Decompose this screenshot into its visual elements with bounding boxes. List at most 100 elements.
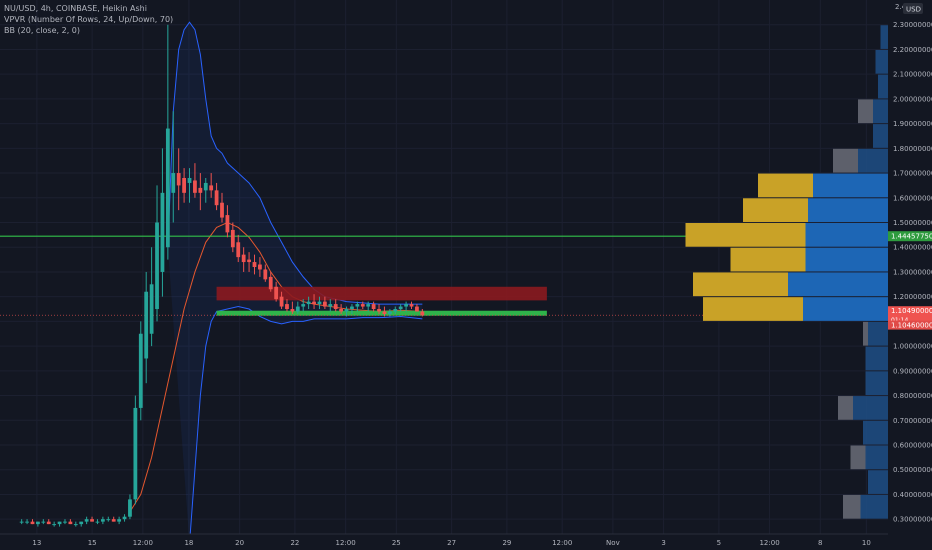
candle-body — [198, 187, 203, 193]
volume-profile-up-bar — [805, 223, 888, 247]
candle-body — [41, 521, 46, 523]
legend-bb[interactable]: BB (20, close, 2, 0) — [4, 25, 173, 36]
price-tick-label: 1.90000000 — [893, 120, 932, 128]
candle-body — [317, 301, 322, 305]
current-price-text: 1.10490000 — [891, 307, 932, 315]
volume-profile-up-bar — [865, 346, 888, 371]
volume-profile-up-bar — [813, 173, 888, 198]
time-tick-label: 3 — [661, 539, 665, 547]
candle-body — [285, 304, 289, 310]
candle-body — [111, 519, 116, 522]
candle-body — [415, 306, 419, 312]
volume-profile-up-bar — [875, 49, 888, 74]
candle-body — [209, 185, 214, 191]
volume-profile-up-bar — [853, 396, 888, 420]
candle-body — [73, 524, 78, 526]
candle-body — [312, 301, 316, 305]
volume-profile-up-bar — [788, 272, 888, 297]
price-tick-label: 1.60000000 — [893, 194, 932, 202]
price-tick-label: 2.20000000 — [893, 46, 932, 54]
candle-body — [230, 229, 235, 248]
volume-profile-up-bar — [878, 74, 888, 99]
candle-body — [176, 173, 181, 186]
candle-body — [301, 304, 306, 307]
volume-profile-down-bar — [758, 173, 813, 198]
candle-body — [165, 128, 170, 248]
price-tick-label: 2.10000000 — [893, 71, 932, 79]
candle-body — [236, 242, 241, 258]
time-tick-label: 29 — [502, 539, 511, 547]
volume-profile-down-bar — [858, 99, 873, 124]
candle-body — [90, 519, 94, 522]
candle-body — [220, 202, 224, 218]
candle-body — [398, 306, 403, 310]
time-tick-label: 12:00 — [133, 539, 153, 547]
candle-body — [241, 254, 246, 263]
legend-symbol[interactable]: NU/USD, 4h, COINBASE, Heikin Ashi — [4, 3, 173, 14]
candle-body — [393, 309, 398, 312]
candle-body — [377, 309, 381, 312]
candle-body — [171, 173, 176, 193]
candle-body — [328, 304, 333, 307]
candle-body — [203, 182, 208, 191]
candle-body — [46, 521, 51, 525]
volume-profile-up-bar — [863, 420, 888, 445]
candle-body — [214, 190, 219, 206]
candle-body — [252, 262, 257, 267]
green-line-price-badge-text: 1.44457750 — [891, 233, 932, 241]
candle-body — [279, 296, 284, 307]
candle-body — [57, 521, 62, 525]
time-tick-label: 13 — [32, 539, 41, 547]
candle-body — [387, 311, 392, 314]
volume-profile-down-bar — [850, 445, 866, 470]
volume-profile-up-bar — [873, 99, 888, 124]
time-tick-label: 12:00 — [759, 539, 779, 547]
candle-body — [122, 516, 127, 520]
price-chart[interactable]: 2.30000000 2.20000000 2.10000000 2.00000000… — [0, 0, 932, 550]
candle-body — [95, 521, 100, 523]
price-tick-label: 1.50000000 — [893, 219, 932, 227]
volume-profile-down-bar — [843, 494, 861, 519]
candle-body — [404, 304, 408, 307]
candle-body — [193, 180, 197, 193]
time-tick-label: 27 — [447, 539, 456, 547]
candle-body — [371, 304, 376, 310]
time-axis[interactable]: 13 15 12:00 18 20 22 12:00 25 27 29 12:00 Nov 3 5 12:0… — [0, 533, 888, 550]
price-tick-label: 1.70000000 — [893, 170, 932, 178]
candle-body — [290, 309, 295, 312]
candle-body — [128, 499, 132, 517]
volume-profile-up-bar — [868, 321, 888, 346]
price-tick-label: 1.00000000 — [893, 343, 932, 351]
candle-body — [117, 519, 122, 522]
volume-profile-up-bar — [860, 494, 888, 519]
volume-profile-down-bar — [693, 272, 788, 297]
candle-body — [68, 521, 73, 525]
candle-body — [144, 291, 149, 359]
candle-body — [263, 269, 268, 280]
candle-body — [306, 301, 311, 305]
candle-body — [258, 264, 262, 270]
volume-profile-down-bar — [685, 223, 806, 247]
price-tick-label: 0.90000000 — [893, 367, 932, 375]
volume-profile-down-bar — [863, 321, 868, 346]
volume-profile-up-bar — [865, 445, 888, 470]
price-tick-label: 0.40000000 — [893, 491, 932, 499]
candle-body — [322, 301, 327, 307]
time-tick-label: 22 — [290, 539, 299, 547]
candle-body — [339, 309, 344, 312]
candle-body — [63, 521, 67, 523]
price-tick-label: 0.60000000 — [893, 442, 932, 450]
candle-body — [182, 178, 186, 193]
price-axis[interactable]: 2.30000000 2.20000000 2.10000000 2.00000000… — [888, 0, 932, 550]
volume-profile-up-bar — [803, 297, 888, 321]
volume-profile-up-bar — [880, 25, 888, 49]
time-tick-label: 8 — [818, 539, 822, 547]
volume-profile-up-bar — [868, 470, 888, 494]
candle-body — [274, 286, 279, 300]
time-tick-label: 10 — [862, 539, 871, 547]
price-tick-label: 0.30000000 — [893, 516, 932, 524]
candle-body — [344, 309, 349, 312]
candle-body — [333, 304, 338, 310]
legend-vpvr[interactable]: VPVR (Number Of Rows, 24, Up/Down, 70) — [4, 14, 173, 25]
price-tick-label: 0.80000000 — [893, 392, 932, 400]
